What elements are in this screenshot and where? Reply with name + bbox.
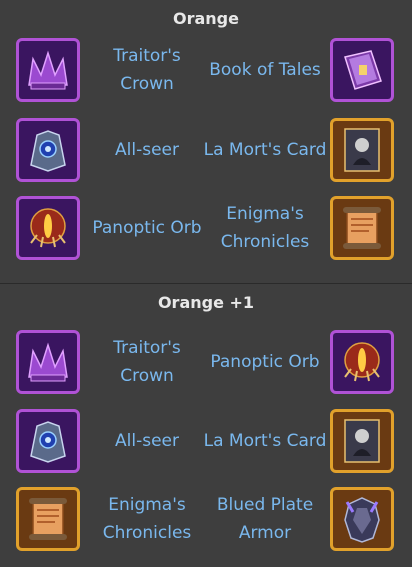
item-label: All-seer [115,140,179,160]
item-label: Book of Tales [209,60,321,80]
item-label: Panoptic Orb [210,352,320,372]
section-orange-plus-1: Orange +1 Traitor's Crown Panoptic Orb A… [0,284,412,567]
enigmas-chronicles-icon[interactable] [16,487,80,551]
panoptic-orb-icon[interactable] [330,330,394,394]
item-row: Traitor's Crown Panoptic Orb [0,330,412,400]
item-label: Traitor's Crown [113,338,181,386]
item-label: Panoptic Orb [92,218,202,238]
item-row: Traitor's Crown Book of Tales [0,38,412,108]
section-title: Orange +1 [157,293,255,312]
section-orange: Orange Traitor's Crown Book of Tales All… [0,0,412,283]
all-seer-icon[interactable] [16,118,80,182]
enigmas-chronicles-icon[interactable] [330,196,394,260]
panoptic-orb-icon[interactable] [16,196,80,260]
all-seer-icon[interactable] [16,409,80,473]
item-label: Blued Plate Armor [216,495,314,543]
la-morts-card-icon[interactable] [330,409,394,473]
item-label: La Mort's Card [203,140,327,160]
item-label: All-seer [115,431,179,451]
item-row: All-seer La Mort's Card [0,409,412,479]
la-morts-card-icon[interactable] [330,118,394,182]
traitors-crown-icon[interactable] [16,38,80,102]
section-title: Orange [173,9,239,28]
book-of-tales-icon[interactable] [330,38,394,102]
item-label: La Mort's Card [203,431,327,451]
item-label: Enigma's Chronicles [220,204,310,252]
item-label: Enigma's Chronicles [102,495,192,543]
item-row: Panoptic Orb Enigma's Chronicles [0,196,412,266]
item-row: All-seer La Mort's Card [0,118,412,188]
item-row: Enigma's Chronicles Blued Plate Armor [0,487,412,557]
item-label: Traitor's Crown [113,46,181,94]
traitors-crown-icon[interactable] [16,330,80,394]
blued-plate-armor-icon[interactable] [330,487,394,551]
